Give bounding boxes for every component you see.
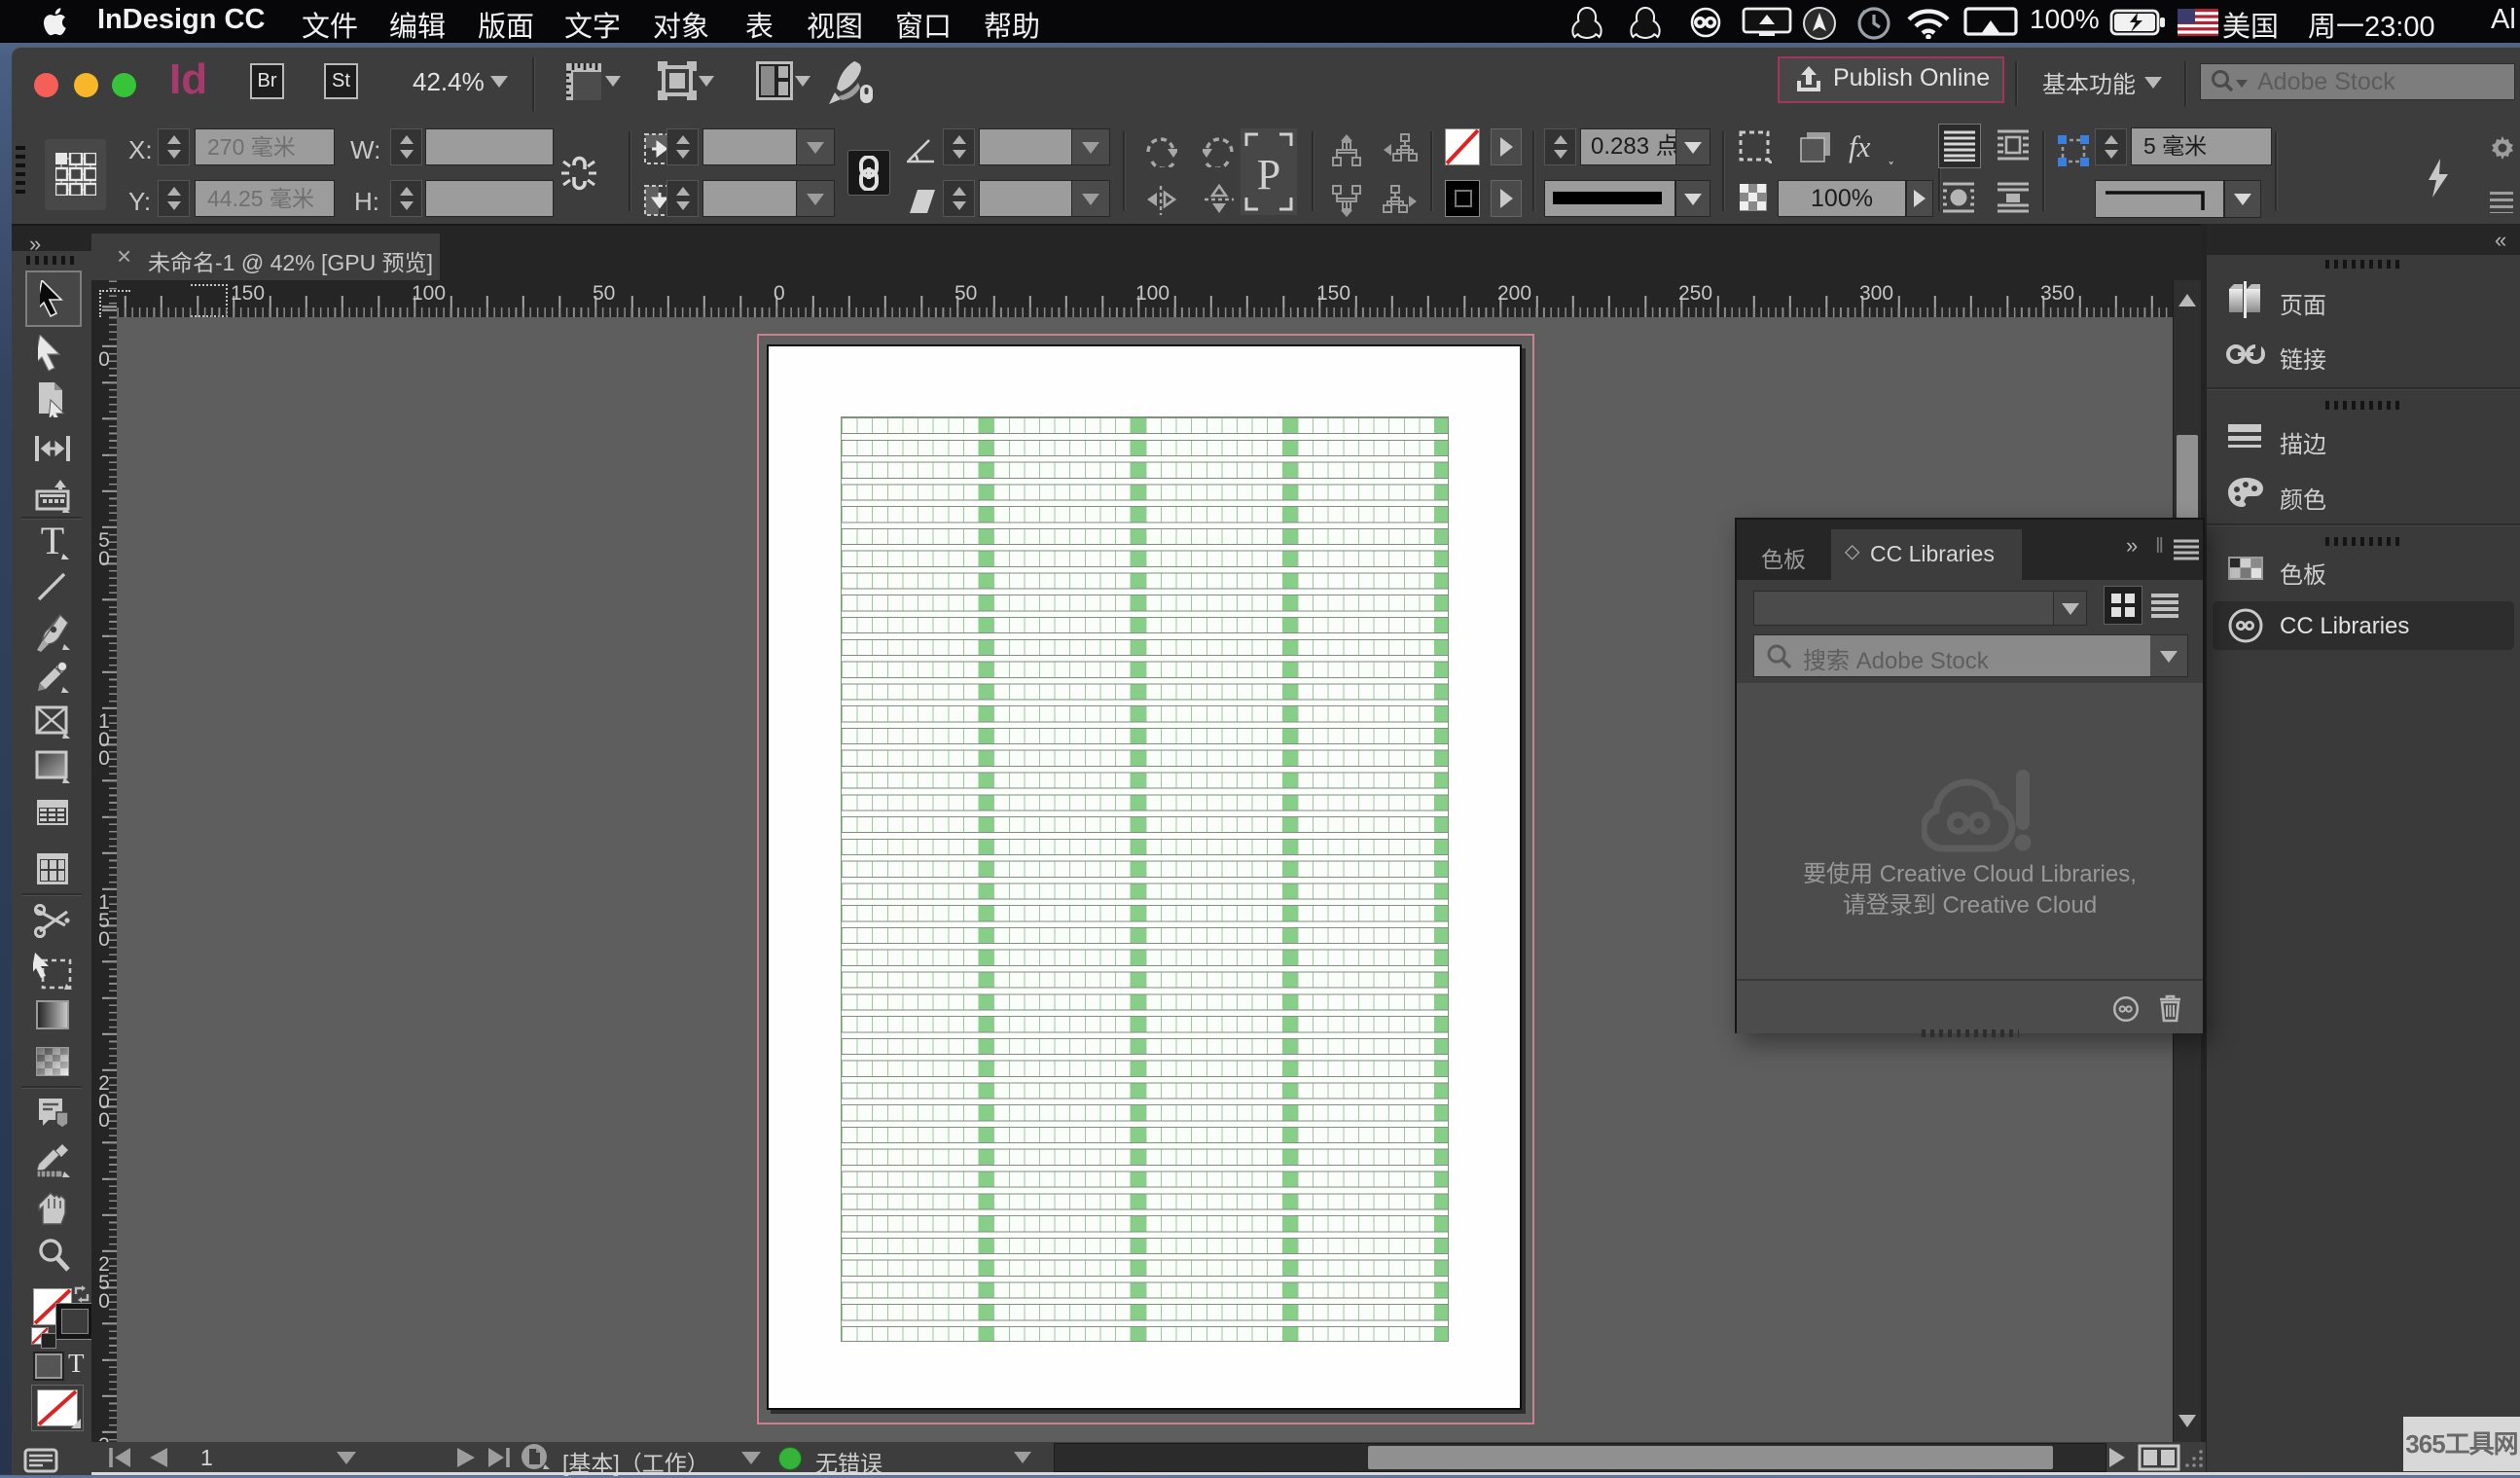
svg-text:P: P [1257, 151, 1280, 198]
svg-text:T: T [41, 524, 64, 559]
